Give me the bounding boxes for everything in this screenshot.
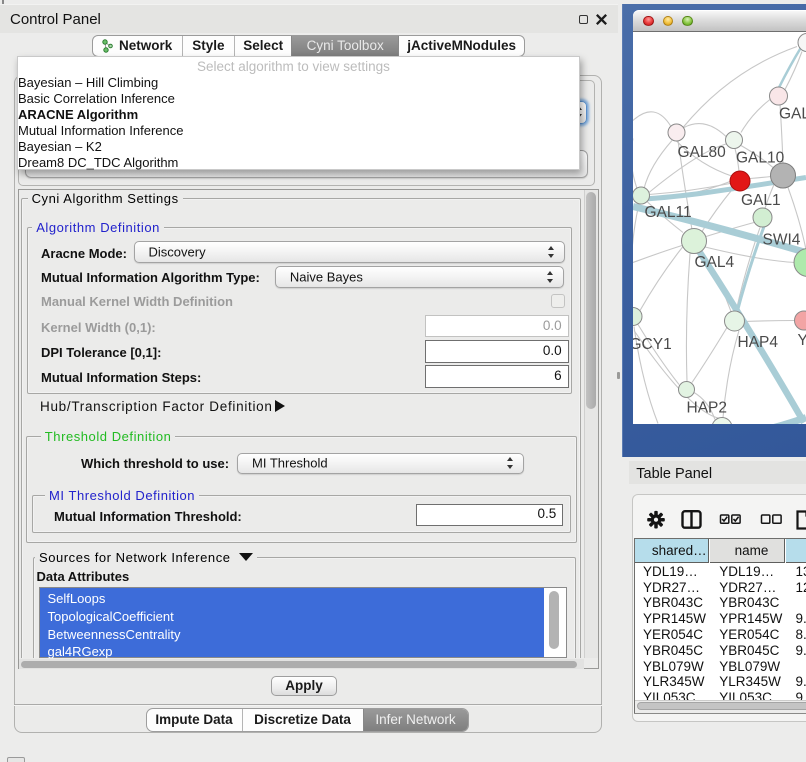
svg-text:GAL10: GAL10 [736, 149, 785, 166]
svg-text:GAL11: GAL11 [645, 204, 692, 221]
svg-text:HAP4: HAP4 [738, 334, 779, 351]
svg-text:GCY1: GCY1 [633, 336, 672, 353]
svg-text:GAL4: GAL4 [695, 254, 735, 271]
svg-text:HAP2: HAP2 [687, 399, 728, 416]
svg-text:SWI4: SWI4 [763, 231, 801, 248]
svg-text:GAL7: GAL7 [779, 105, 806, 122]
svg-text:YP: YP [798, 332, 806, 349]
svg-text:GAL1: GAL1 [741, 192, 781, 209]
svg-text:GAL80: GAL80 [678, 144, 727, 161]
